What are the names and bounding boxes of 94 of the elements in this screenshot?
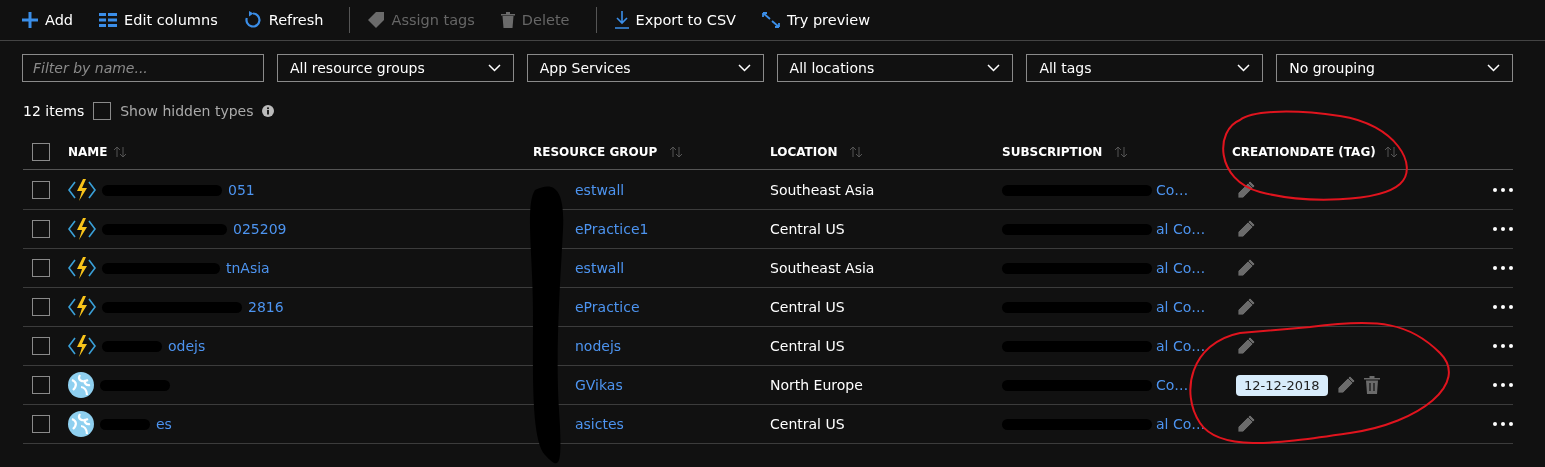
table-link[interactable]: al Co… — [1156, 221, 1206, 237]
sort-icon[interactable] — [1114, 145, 1129, 158]
dropdown[interactable]: No grouping — [1276, 54, 1513, 82]
sort-icon[interactable] — [849, 145, 864, 158]
checkbox[interactable] — [32, 220, 50, 238]
refresh-icon — [243, 11, 262, 29]
dropdown[interactable]: All locations — [776, 54, 1014, 82]
more-icon[interactable] — [1493, 383, 1513, 387]
dropdown[interactable]: All tags — [1026, 54, 1264, 82]
lightning-icon — [68, 217, 96, 241]
pencil-icon[interactable] — [1236, 180, 1256, 200]
globe-icon — [68, 372, 94, 398]
more-icon[interactable] — [1493, 266, 1513, 270]
more-icon[interactable] — [1493, 188, 1513, 192]
checkbox[interactable] — [32, 376, 50, 394]
location-text: Central US — [770, 221, 845, 237]
dropdown[interactable]: All resource groups — [277, 54, 514, 82]
lightning-icon — [68, 178, 96, 202]
dropdown[interactable]: App Services — [526, 54, 764, 82]
location-text: North Europe — [770, 377, 863, 393]
resource-group-link[interactable]: asictes — [575, 416, 624, 432]
resource-name-link[interactable]: 051 — [228, 182, 255, 198]
chevron-icon — [987, 64, 1001, 72]
column-header[interactable]: LOCATION — [770, 144, 838, 159]
toolbar-button[interactable]: Try preview — [762, 11, 883, 29]
table-link[interactable]: Co… — [1156, 182, 1189, 198]
more-icon[interactable] — [1493, 344, 1513, 348]
tag-icon — [368, 12, 385, 28]
download-icon — [614, 11, 629, 29]
more-icon[interactable] — [1493, 305, 1513, 309]
column-header[interactable]: RESOURCE GROUP — [533, 144, 658, 159]
pencil-icon[interactable] — [1236, 258, 1256, 278]
columns-icon — [99, 13, 118, 27]
resource-group-link[interactable]: ePractice1 — [575, 221, 649, 237]
pencil-icon[interactable] — [1236, 336, 1256, 356]
checkbox[interactable] — [93, 102, 112, 120]
chevron-icon — [1237, 64, 1251, 72]
resource-group-link[interactable]: GVikas — [575, 377, 623, 393]
globe-icon — [68, 411, 94, 437]
trash-icon[interactable] — [1363, 376, 1380, 394]
checkbox-label: Show hidden types — [120, 103, 254, 119]
column-header[interactable]: SUBSCRIPTION — [1002, 144, 1103, 159]
location-text: Southeast Asia — [770, 182, 875, 198]
checkbox[interactable] — [32, 298, 50, 316]
resource-group-link[interactable]: estwall — [575, 182, 625, 198]
chevron-icon — [1487, 64, 1500, 72]
resource-name-link[interactable]: es — [156, 416, 172, 432]
plus-icon — [22, 12, 38, 28]
sort-icon[interactable] — [113, 145, 128, 158]
table-link[interactable]: al Co… — [1156, 338, 1206, 354]
checkbox[interactable] — [32, 181, 50, 199]
more-icon[interactable] — [1493, 422, 1513, 426]
pencil-icon[interactable] — [1236, 219, 1256, 239]
chevron-icon — [737, 64, 751, 72]
resource-name-link[interactable]: 2816 — [248, 299, 284, 315]
filter-field[interactable]: Filter by name... — [22, 54, 264, 82]
table-link[interactable]: al Co… — [1156, 260, 1206, 276]
resource-name-link[interactable]: tnAsia — [226, 260, 270, 276]
toolbar-button[interactable]: Refresh — [243, 11, 336, 29]
toolbar-button[interactable]: Export to CSV — [614, 11, 748, 29]
checkbox[interactable] — [32, 415, 50, 433]
item-count: 12 items — [23, 103, 85, 119]
sort-icon[interactable] — [669, 145, 684, 158]
sort-icon[interactable] — [1383, 145, 1398, 158]
info-icon — [262, 105, 275, 117]
resource-group-link[interactable]: estwall — [575, 260, 625, 276]
resource-name-link[interactable]: 025209 — [233, 221, 287, 237]
checkbox[interactable] — [32, 142, 50, 161]
pencil-icon[interactable] — [1335, 375, 1356, 395]
resource-group-link[interactable]: ePractice — [575, 299, 640, 315]
arrows-icon — [762, 11, 780, 29]
checkbox[interactable] — [32, 337, 50, 355]
column-header[interactable]: CREATIONDATE (TAG) — [1232, 144, 1376, 159]
pencil-icon[interactable] — [1236, 297, 1256, 317]
location-text: Southeast Asia — [770, 260, 875, 276]
location-text: Central US — [770, 299, 845, 315]
table-link[interactable]: al Co… — [1156, 299, 1206, 315]
checkbox[interactable] — [32, 259, 50, 277]
toolbar-button[interactable]: Add — [22, 12, 86, 28]
toolbar-button[interactable]: Edit columns — [99, 12, 230, 28]
chevron-icon — [487, 64, 501, 72]
location-text: Central US — [770, 338, 845, 354]
table-link[interactable]: Co… — [1156, 377, 1189, 393]
resource-group-link[interactable]: nodejs — [575, 338, 622, 354]
column-header[interactable]: NAME — [68, 144, 108, 159]
lightning-icon — [68, 256, 96, 280]
lightning-icon — [68, 295, 96, 319]
trash-icon — [500, 12, 515, 28]
location-text: Central US — [770, 416, 845, 432]
more-icon[interactable] — [1493, 227, 1513, 231]
lightning-icon — [68, 334, 96, 358]
pencil-icon[interactable] — [1236, 414, 1256, 434]
resource-name-link[interactable]: odejs — [168, 338, 206, 354]
tag-chip: 12-12-2018 — [1236, 374, 1328, 396]
